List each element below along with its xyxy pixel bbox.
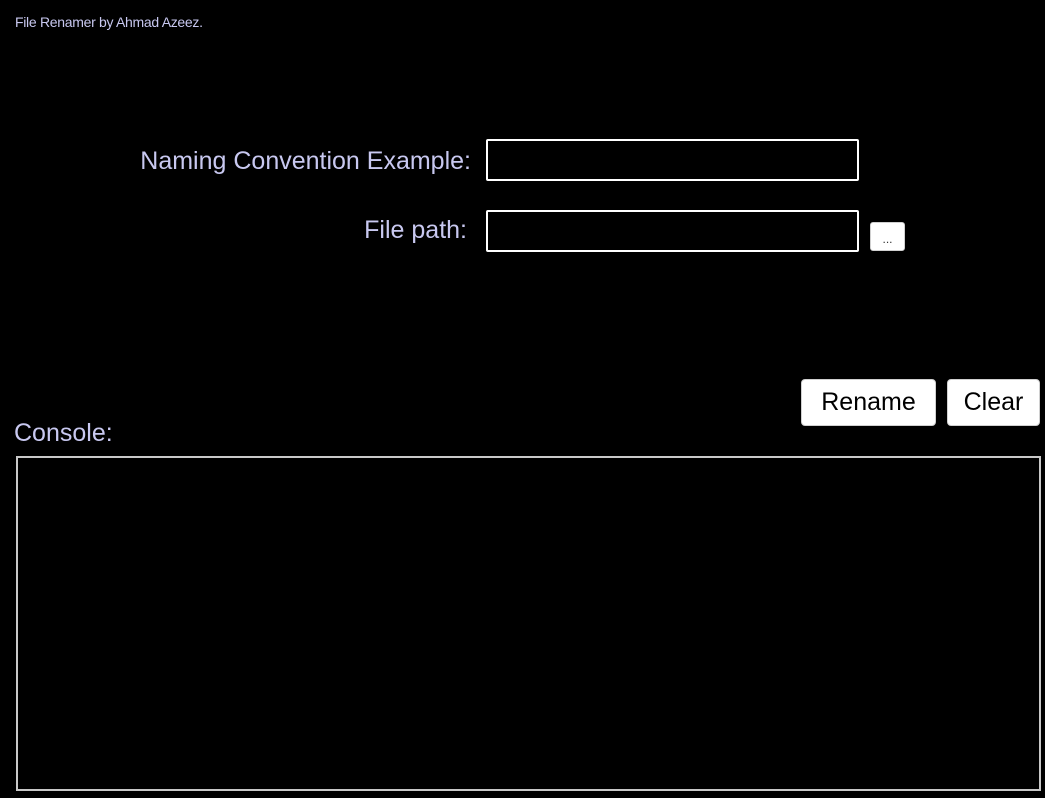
rename-button[interactable]: Rename	[801, 379, 936, 426]
naming-convention-label: Naming Convention Example:	[140, 147, 471, 175]
console-label: Console:	[14, 419, 113, 447]
file-path-label: File path:	[364, 216, 467, 244]
app-title: File Renamer by Ahmad Azeez.	[15, 14, 203, 30]
browse-button[interactable]: ...	[870, 222, 905, 251]
console-output[interactable]	[16, 456, 1041, 791]
naming-convention-input[interactable]	[486, 139, 859, 181]
file-path-input[interactable]	[486, 210, 859, 252]
clear-button[interactable]: Clear	[947, 379, 1040, 426]
